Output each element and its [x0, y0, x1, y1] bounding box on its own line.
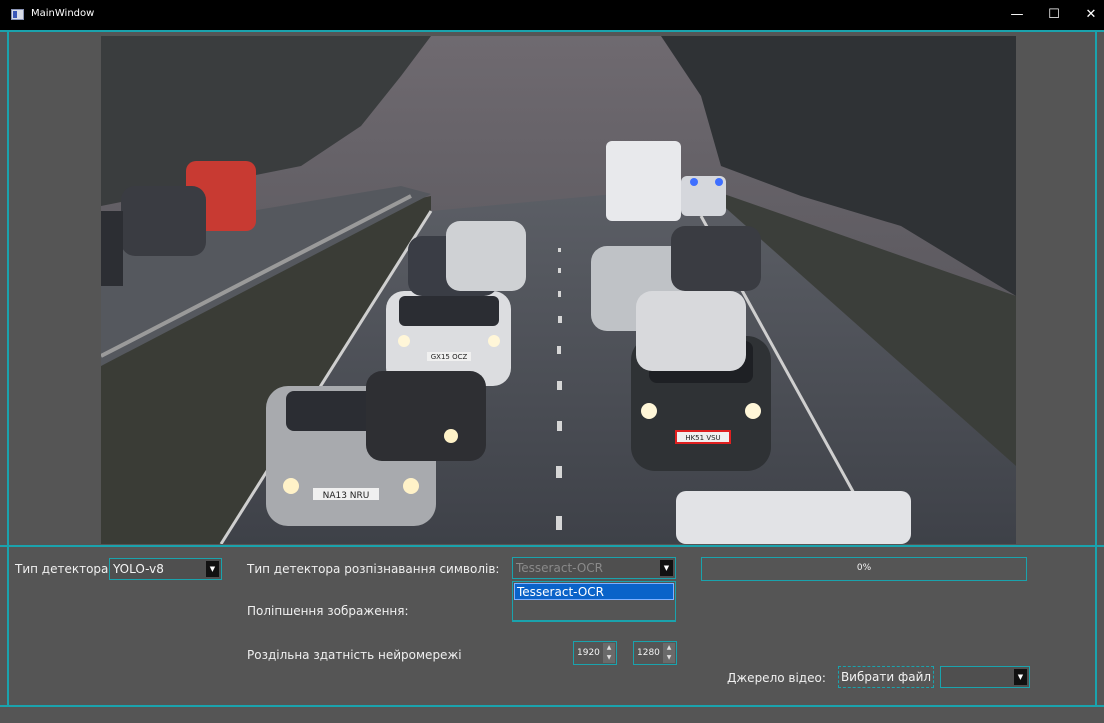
close-button[interactable]: ✕ — [1074, 0, 1104, 30]
title-bar: MainWindow — ☐ ✕ — [0, 0, 1104, 30]
network-resolution-label: Роздільна здатність нейромережі — [247, 648, 462, 662]
progress-text: 0% — [856, 563, 872, 573]
detector-type-label: Тип детектора: — [15, 562, 113, 576]
app-window-icon — [11, 9, 24, 20]
detector-type-value: YOLO-v8 — [113, 562, 164, 576]
arrow-up-icon[interactable]: ▲ — [663, 643, 675, 653]
minimize-button[interactable]: — — [1000, 0, 1034, 30]
chevron-down-icon: ▼ — [206, 561, 219, 577]
frame-top-border — [0, 30, 1104, 32]
ocr-detector-value: Tesseract-OCR — [516, 561, 603, 575]
detector-type-select[interactable]: YOLO-v8 ▼ — [109, 558, 222, 580]
frame-divider — [0, 545, 1104, 547]
maximize-button[interactable]: ☐ — [1037, 0, 1071, 30]
ocr-detector-label: Тип детектора розпізнавання символів: — [247, 562, 500, 576]
arrow-down-icon[interactable]: ▼ — [603, 653, 615, 663]
video-source-select[interactable]: ▼ — [940, 666, 1030, 688]
arrow-down-icon[interactable]: ▼ — [663, 653, 675, 663]
ocr-detector-dropdown: Tesseract-OCR — [512, 581, 676, 622]
spin-buttons[interactable]: ▲ ▼ — [603, 643, 615, 663]
resolution-height-spinbox[interactable]: 1280 ▲ ▼ — [633, 641, 677, 665]
frame-right-border — [1095, 30, 1097, 707]
spin-buttons[interactable]: ▲ ▼ — [663, 643, 675, 663]
video-frame: NA13 NRU GX15 OCZ HK51 VSU — [101, 36, 1016, 544]
ocr-option-tesseract[interactable]: Tesseract-OCR — [514, 583, 674, 600]
chevron-down-icon: ▼ — [1014, 669, 1027, 685]
chevron-down-icon: ▼ — [660, 560, 673, 576]
frame-left-border — [7, 30, 9, 707]
window-title: MainWindow — [31, 8, 95, 19]
resolution-height-value: 1280 — [637, 648, 660, 658]
plate-text-3: HK51 VSU — [685, 434, 720, 442]
frame-bottom-border — [0, 705, 1104, 707]
video-source-label: Джерело відео: — [727, 671, 826, 685]
traffic-video-image: NA13 NRU GX15 OCZ HK51 VSU — [101, 36, 1016, 544]
resolution-width-spinbox[interactable]: 1920 ▲ ▼ — [573, 641, 617, 665]
ocr-detector-select[interactable]: Tesseract-OCR ▼ — [512, 557, 676, 579]
plate-text-2: GX15 OCZ — [431, 353, 468, 361]
choose-file-button[interactable]: Вибрати файл — [838, 666, 934, 688]
image-enhancement-label: Поліпшення зображення: — [247, 604, 409, 618]
plate-text-1: NA13 NRU — [323, 491, 370, 501]
resolution-width-value: 1920 — [577, 648, 600, 658]
arrow-up-icon[interactable]: ▲ — [603, 643, 615, 653]
progress-bar: 0% — [701, 557, 1027, 581]
